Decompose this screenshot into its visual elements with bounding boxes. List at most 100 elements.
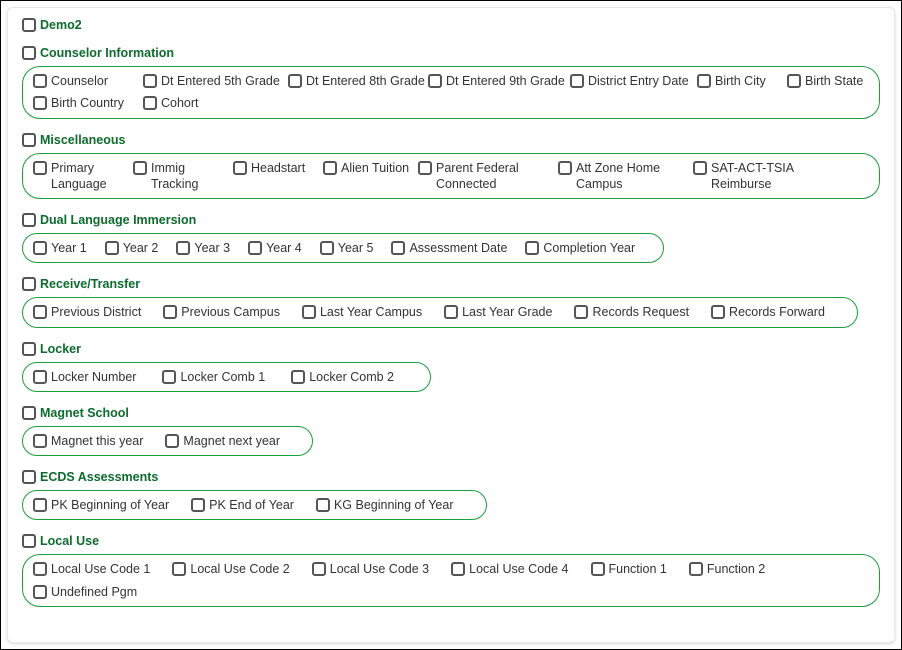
lbl-records-request: Records Request (592, 304, 689, 320)
chk-primary-language[interactable] (33, 161, 47, 175)
chk-completion-year[interactable] (525, 241, 539, 255)
section-magnet: Magnet School Magnet this year Magnet ne… (22, 406, 880, 456)
chk-cohort[interactable] (143, 96, 157, 110)
chk-birth-state[interactable] (787, 74, 801, 88)
chk-birth-city[interactable] (697, 74, 711, 88)
chk-local-code1[interactable] (33, 562, 47, 576)
chk-undefined-pgm[interactable] (33, 585, 47, 599)
chk-local-code3[interactable] (312, 562, 326, 576)
lbl-year3: Year 3 (194, 240, 230, 256)
form-card: Demo2 Counselor Information Counselor Dt… (7, 7, 895, 643)
chk-dt-8th[interactable] (288, 74, 302, 88)
chk-headstart[interactable] (233, 161, 247, 175)
chk-alien-tuition[interactable] (323, 161, 337, 175)
chk-locker-comb1[interactable] (162, 370, 176, 384)
chk-year3[interactable] (176, 241, 190, 255)
chk-year2[interactable] (105, 241, 119, 255)
lbl-local-code2: Local Use Code 2 (190, 561, 289, 577)
lbl-year4: Year 4 (266, 240, 302, 256)
section-checkbox-locker[interactable] (22, 342, 36, 356)
group-ecds: PK Beginning of Year PK End of Year KG B… (22, 490, 487, 520)
lbl-function1: Function 1 (609, 561, 667, 577)
chk-dt-5th[interactable] (143, 74, 157, 88)
lbl-dt-8th: Dt Entered 8th Grade (306, 73, 425, 89)
lbl-alien-tuition: Alien Tuition (341, 160, 409, 176)
lbl-birth-country: Birth Country (51, 95, 124, 111)
chk-birth-country[interactable] (33, 96, 47, 110)
chk-immig-tracking[interactable] (133, 161, 147, 175)
lbl-att-zone: Att Zone Home Campus (576, 160, 693, 193)
section-local-use: Local Use Local Use Code 1 Local Use Cod… (22, 534, 880, 607)
section-title-magnet: Magnet School (40, 406, 129, 420)
lbl-immig-tracking: Immig Tracking (151, 160, 233, 193)
lbl-pk-end: PK End of Year (209, 497, 294, 513)
lbl-headstart: Headstart (251, 160, 305, 176)
chk-locker-comb2[interactable] (291, 370, 305, 384)
chk-assessment-date[interactable] (391, 241, 405, 255)
group-misc: Primary Language Immig Tracking Headstar… (22, 153, 880, 200)
chk-district-entry[interactable] (570, 74, 584, 88)
page-header: Demo2 (22, 18, 880, 32)
lbl-counselor: Counselor (51, 73, 108, 89)
lbl-locker-comb2: Locker Comb 2 (309, 369, 394, 385)
section-checkbox-ecds[interactable] (22, 470, 36, 484)
chk-function1[interactable] (591, 562, 605, 576)
section-checkbox-magnet[interactable] (22, 406, 36, 420)
chk-local-code4[interactable] (451, 562, 465, 576)
section-checkbox-dli[interactable] (22, 213, 36, 227)
section-checkbox-misc[interactable] (22, 133, 36, 147)
chk-local-code2[interactable] (172, 562, 186, 576)
lbl-kg-begin: KG Beginning of Year (334, 497, 454, 513)
page-title-checkbox[interactable] (22, 18, 36, 32)
group-magnet: Magnet this year Magnet next year (22, 426, 313, 456)
section-counselor-information: Counselor Information Counselor Dt Enter… (22, 46, 880, 119)
group-local: Local Use Code 1 Local Use Code 2 Local … (22, 554, 880, 607)
chk-records-forward[interactable] (711, 305, 725, 319)
group-dli: Year 1 Year 2 Year 3 Year 4 Year 5 Asses… (22, 233, 664, 263)
lbl-primary-language: Primary Language (51, 160, 133, 193)
lbl-magnet-this-year: Magnet this year (51, 433, 143, 449)
chk-pk-begin[interactable] (33, 498, 47, 512)
section-checkbox-rt[interactable] (22, 277, 36, 291)
section-checkbox-counselor[interactable] (22, 46, 36, 60)
chk-year4[interactable] (248, 241, 262, 255)
chk-last-year-campus[interactable] (302, 305, 316, 319)
chk-att-zone[interactable] (558, 161, 572, 175)
section-checkbox-local[interactable] (22, 534, 36, 548)
lbl-year5: Year 5 (338, 240, 374, 256)
chk-function2[interactable] (689, 562, 703, 576)
chk-counselor[interactable] (33, 74, 47, 88)
chk-prev-campus[interactable] (163, 305, 177, 319)
chk-dt-9th[interactable] (428, 74, 442, 88)
lbl-parent-federal: Parent Federal Connected (436, 160, 558, 193)
lbl-dt-5th: Dt Entered 5th Grade (161, 73, 280, 89)
section-title-local: Local Use (40, 534, 99, 548)
chk-prev-district[interactable] (33, 305, 47, 319)
chk-year5[interactable] (320, 241, 334, 255)
section-miscellaneous: Miscellaneous Primary Language Immig Tra… (22, 133, 880, 200)
lbl-undefined-pgm: Undefined Pgm (51, 584, 137, 600)
chk-pk-end[interactable] (191, 498, 205, 512)
lbl-pk-begin: PK Beginning of Year (51, 497, 169, 513)
lbl-locker-number: Locker Number (51, 369, 136, 385)
chk-records-request[interactable] (574, 305, 588, 319)
chk-magnet-this-year[interactable] (33, 434, 47, 448)
lbl-locker-comb1: Locker Comb 1 (180, 369, 265, 385)
chk-parent-federal[interactable] (418, 161, 432, 175)
group-counselor: Counselor Dt Entered 5th Grade Dt Entere… (22, 66, 880, 119)
chk-magnet-next-year[interactable] (165, 434, 179, 448)
chk-kg-begin[interactable] (316, 498, 330, 512)
section-title-ecds: ECDS Assessments (40, 470, 158, 484)
chk-year1[interactable] (33, 241, 47, 255)
group-rt: Previous District Previous Campus Last Y… (22, 297, 858, 327)
chk-sat-act[interactable] (693, 161, 707, 175)
lbl-records-forward: Records Forward (729, 304, 825, 320)
section-ecds: ECDS Assessments PK Beginning of Year PK… (22, 470, 880, 520)
lbl-district-entry: District Entry Date (588, 73, 689, 89)
section-title-misc: Miscellaneous (40, 133, 125, 147)
section-title-dli: Dual Language Immersion (40, 213, 196, 227)
lbl-prev-campus: Previous Campus (181, 304, 280, 320)
chk-last-year-grade[interactable] (444, 305, 458, 319)
lbl-assessment-date: Assessment Date (409, 240, 507, 256)
chk-locker-number[interactable] (33, 370, 47, 384)
